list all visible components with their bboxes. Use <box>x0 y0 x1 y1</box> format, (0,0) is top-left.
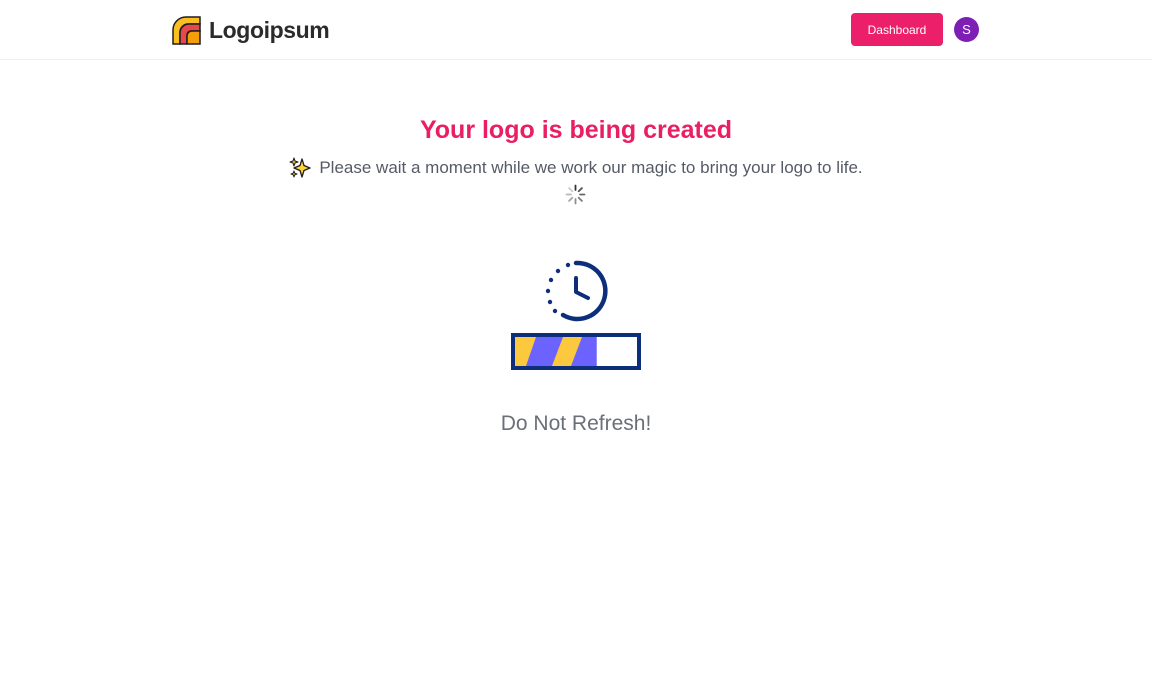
user-avatar[interactable]: S <box>954 17 979 42</box>
logoipsum-mark-icon <box>172 15 201 45</box>
dashboard-button[interactable]: Dashboard <box>851 13 943 46</box>
page-title: Your logo is being created <box>419 116 733 144</box>
do-not-refresh-warning: Do Not Refresh! <box>500 412 652 435</box>
clock-icon <box>545 260 608 322</box>
brand-logo[interactable]: Logoipsum <box>172 15 330 45</box>
progress-bar <box>511 333 641 370</box>
subtitle-row: Please wait a moment while we work our m… <box>0 157 1152 179</box>
clock-progress-icon <box>511 260 641 370</box>
top-nav-bar: Logoipsum Dashboard S <box>0 0 1152 60</box>
sparkles-icon <box>289 157 311 178</box>
brand-name: Logoipsum <box>209 16 330 43</box>
subtitle-text: Please wait a moment while we work our m… <box>319 158 863 177</box>
spinner-icon <box>565 184 586 205</box>
